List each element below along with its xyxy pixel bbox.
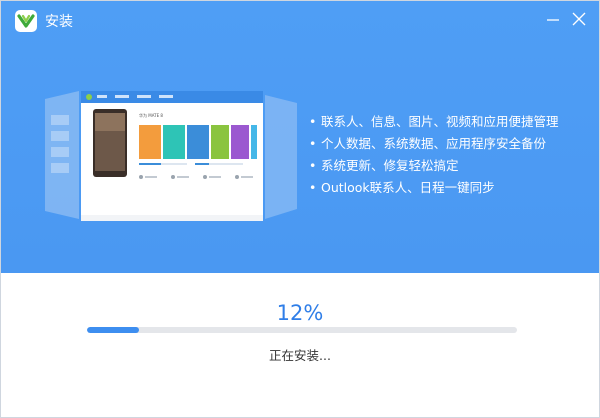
feature-item: • Outlook联系人、日程一键同步 (309, 180, 495, 195)
progress-fill (87, 327, 139, 333)
preview-back-card-right (265, 95, 297, 219)
preview-main-card: 华为 MATE 8 (81, 91, 263, 221)
install-status: 正在安装... (269, 348, 331, 363)
installer-window: 安装 华为 MATE 8 • 联系人、信息、图片、视频和应用便捷管理 • 个人数… (0, 0, 600, 418)
preview-device-name: 华为 MATE 8 (139, 112, 163, 118)
feature-item: • 系统更新、修复轻松搞定 (309, 158, 459, 173)
progress-bar (87, 327, 517, 333)
progress-percent: 12% (276, 301, 324, 325)
app-logo-icon (15, 10, 37, 32)
feature-list: • 联系人、信息、图片、视频和应用便捷管理 • 个人数据、系统数据、应用程序安全备份… (309, 111, 559, 199)
title-bar: 安装 (1, 1, 599, 41)
progress-panel: 12% 正在安装... (1, 273, 599, 417)
window-title: 安装 (45, 14, 73, 30)
feature-item: • 个人数据、系统数据、应用程序安全备份 (309, 136, 547, 151)
close-icon[interactable] (571, 11, 587, 27)
minimize-icon[interactable] (545, 11, 561, 27)
feature-item: • 联系人、信息、图片、视频和应用便捷管理 (309, 114, 559, 129)
header-panel: 安装 华为 MATE 8 • 联系人、信息、图片、视频和应用便捷管理 • 个人数… (1, 1, 599, 273)
app-preview-illustration: 华为 MATE 8 (45, 91, 297, 221)
